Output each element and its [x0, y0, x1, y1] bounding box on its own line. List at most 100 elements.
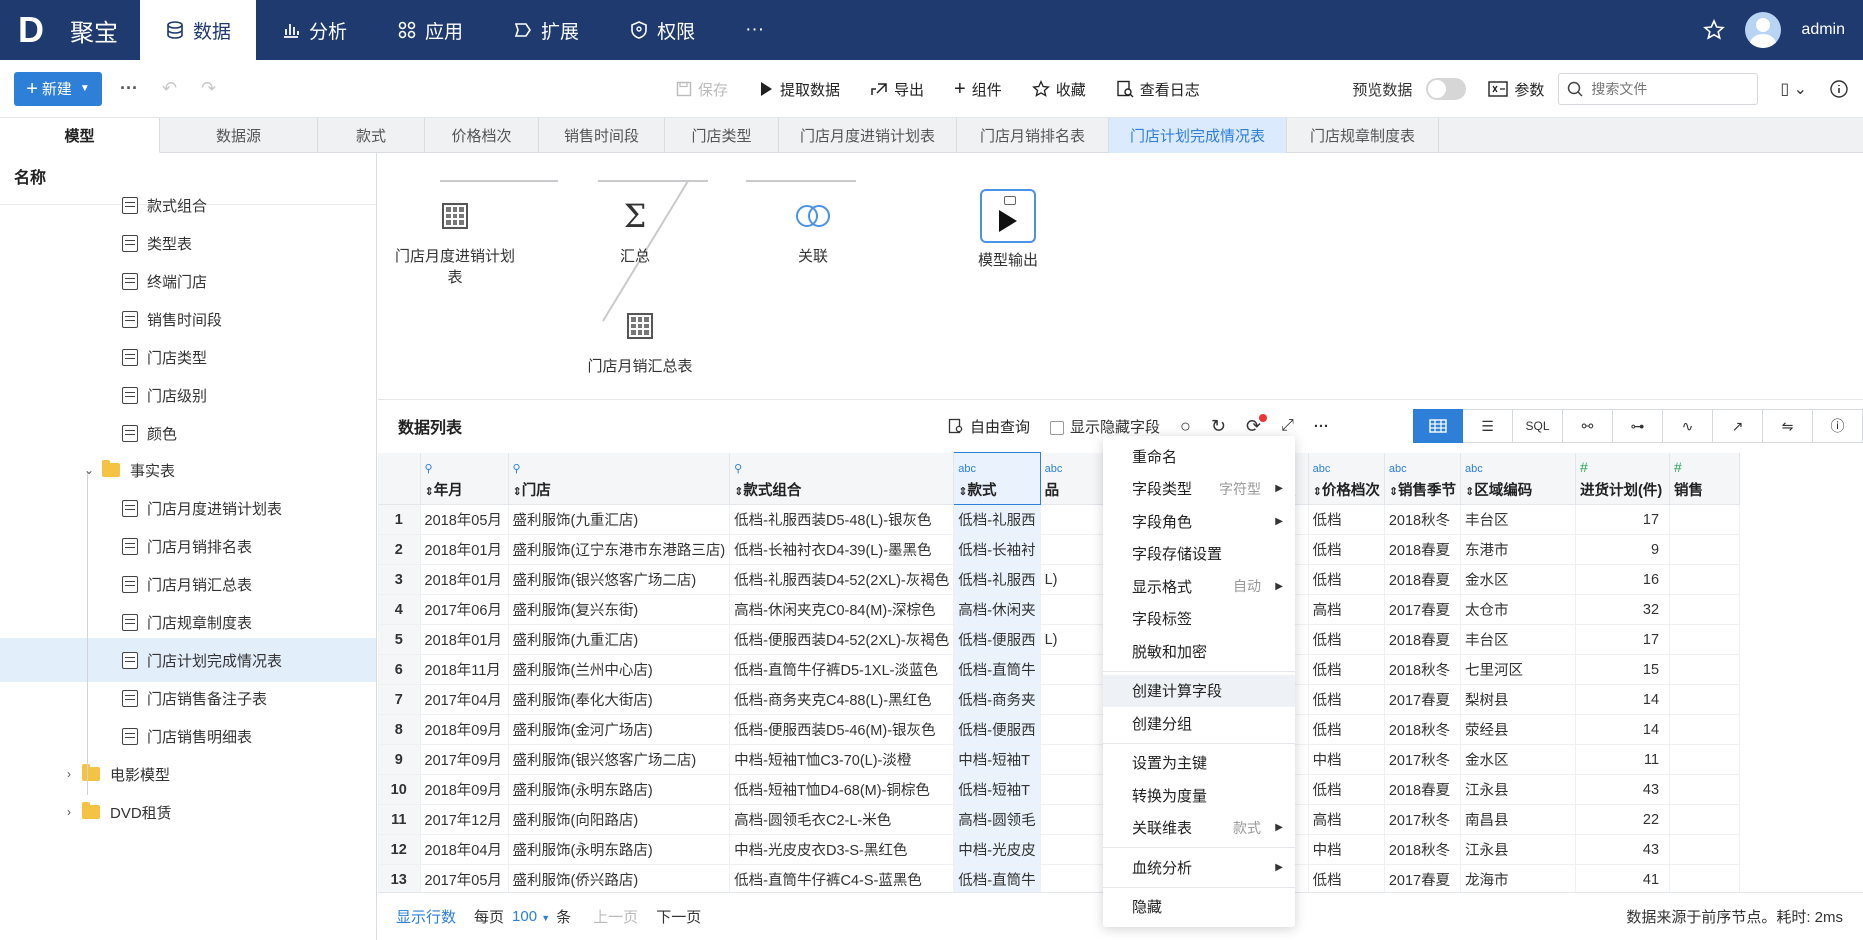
component-button[interactable]: + 组件: [954, 78, 1002, 101]
table-cell[interactable]: 低档-礼服西: [953, 504, 1041, 535]
table-cell[interactable]: 14: [1575, 714, 1671, 745]
table-cell[interactable]: 2018秋冬: [1384, 504, 1462, 535]
table-cell[interactable]: 丰台区: [1460, 504, 1577, 535]
table-cell[interactable]: 中档-光皮皮: [953, 834, 1041, 865]
tab-5[interactable]: 门店类型: [665, 118, 779, 153]
search-icon[interactable]: ○: [1180, 416, 1191, 437]
table-row[interactable]: 6 2018年11月 盛利服饰(兰州中心店) 低档-直筒牛仔裤D5-1XL-淡蓝色 低档…: [378, 654, 1741, 685]
table-cell[interactable]: 14: [1575, 684, 1671, 715]
table-cell[interactable]: 七里河区: [1460, 654, 1577, 685]
table-cell[interactable]: 15: [1575, 654, 1671, 685]
table-cell[interactable]: 2018年09月: [420, 774, 509, 805]
table-cell[interactable]: 43: [1575, 774, 1671, 805]
lineage-button[interactable]: ⚯: [1563, 409, 1613, 443]
table-cell[interactable]: 2017春夏: [1384, 684, 1462, 715]
tab-1[interactable]: 数据源: [160, 118, 318, 153]
table-cell[interactable]: 2018年04月: [420, 834, 509, 865]
nav-analysis[interactable]: 分析: [256, 0, 372, 60]
tab-8[interactable]: 门店计划完成情况表: [1109, 118, 1287, 153]
list-view-button[interactable]: ☰: [1463, 409, 1513, 443]
table-cell[interactable]: 17: [1575, 504, 1671, 535]
table-cell[interactable]: 低档-长袖衬: [953, 534, 1041, 565]
table-cell[interactable]: 17: [1575, 624, 1671, 655]
nav-more[interactable]: ···: [720, 0, 789, 60]
context-menu-item[interactable]: 血统分析 ▶: [1103, 851, 1295, 884]
table-cell[interactable]: 2018春夏: [1384, 774, 1462, 805]
table-cell[interactable]: 低档-商务夹: [953, 684, 1041, 715]
table-row[interactable]: 8 2018年09月 盛利服饰(金河广场店) 低档-便服西装D5-46(M)-银灰色低…: [378, 714, 1741, 745]
table-cell[interactable]: 盛利服饰(奉化大街店): [508, 684, 731, 715]
context-menu-item[interactable]: 设置为主键: [1103, 747, 1295, 780]
pulse-button[interactable]: ∿: [1663, 409, 1713, 443]
table-row[interactable]: 9 2017年09月 盛利服饰(银兴悠客广场二店) 中档-短袖T恤C3-70(L)-淡…: [378, 744, 1741, 775]
row-index[interactable]: 10: [378, 774, 421, 805]
context-menu-item[interactable]: 关联维表 款式 ▶: [1103, 812, 1295, 845]
table-cell[interactable]: 东港市: [1460, 534, 1577, 565]
table-cell[interactable]: 43: [1575, 834, 1671, 865]
trend-button[interactable]: ↗: [1713, 409, 1763, 443]
row-index[interactable]: 5: [378, 624, 421, 655]
table-cell[interactable]: 低档-直筒牛仔裤D5-1XL-淡蓝色: [729, 654, 955, 685]
table-cell[interactable]: 低档: [1308, 534, 1385, 565]
more-icon[interactable]: ···: [1314, 418, 1329, 435]
context-menu-item[interactable]: 创建计算字段: [1103, 674, 1295, 707]
table-cell[interactable]: 2017年04月: [420, 684, 509, 715]
nav-permission[interactable]: 权限: [604, 0, 720, 60]
table-cell[interactable]: 低档-短袖T: [953, 774, 1041, 805]
table-cell[interactable]: [1669, 864, 1741, 892]
table-cell[interactable]: 2018秋冬: [1384, 654, 1462, 685]
table-row[interactable]: 5 2018年01月 盛利服饰(九重汇店) 低档-便服西装D4-52(2XL)-灰褐色…: [378, 624, 1741, 655]
table-cell[interactable]: 盛利服饰(永明东路店): [508, 834, 731, 865]
view-log-button[interactable]: 查看日志: [1116, 79, 1200, 100]
context-menu-item[interactable]: 转换为度量: [1103, 779, 1295, 812]
table-cell[interactable]: 盛利服饰(辽宁东港市东港路三店): [508, 534, 731, 565]
table-cell[interactable]: 中档: [1308, 744, 1385, 775]
table-cell[interactable]: 江永县: [1460, 774, 1577, 805]
save-button[interactable]: 保存: [676, 79, 728, 100]
table-cell[interactable]: [1669, 714, 1741, 745]
preview-toggle[interactable]: [1426, 78, 1467, 100]
table-cell[interactable]: 中档-短袖T: [953, 744, 1041, 775]
tree-view-button[interactable]: ⊶: [1613, 409, 1663, 443]
table-cell[interactable]: 2017年06月: [420, 594, 509, 625]
tab-7[interactable]: 门店月销排名表: [957, 118, 1109, 153]
row-index[interactable]: 1: [378, 504, 421, 535]
table-cell[interactable]: 2017年09月: [420, 744, 509, 775]
column-header[interactable]: ⚲ ⇕年月: [420, 452, 509, 505]
table-cell[interactable]: 2017年12月: [420, 804, 509, 835]
fetch-data-button[interactable]: 提取数据: [758, 79, 840, 100]
row-index[interactable]: 9: [378, 744, 421, 775]
table-cell[interactable]: 低档-礼服西装D4-52(2XL)-灰褐色: [729, 564, 955, 595]
tab-6[interactable]: 门店月度进销计划表: [779, 118, 957, 153]
table-cell[interactable]: 2018年11月: [420, 654, 509, 685]
table-row[interactable]: 13 2017年05月 盛利服饰(侨兴路店) 低档-直筒牛仔裤C4-S-蓝黑色 低档-直…: [378, 864, 1741, 892]
table-cell[interactable]: 盛利服饰(银兴悠客广场二店): [508, 744, 731, 775]
table-cell[interactable]: 2018年01月: [420, 624, 509, 655]
context-menu-item[interactable]: 重命名: [1103, 440, 1295, 473]
table-cell[interactable]: 2018年01月: [420, 564, 509, 595]
row-index[interactable]: 2: [378, 534, 421, 565]
chevron-down-icon[interactable]: ⌄: [82, 463, 96, 477]
row-index[interactable]: 3: [378, 564, 421, 595]
table-cell[interactable]: 荥经县: [1460, 714, 1577, 745]
table-cell[interactable]: [1669, 564, 1741, 595]
flow-node-source-2[interactable]: 门店月销汇总表: [570, 303, 710, 376]
table-cell[interactable]: 2018春夏: [1384, 624, 1462, 655]
table-cell[interactable]: 中档-短袖T恤C3-70(L)-淡橙: [729, 744, 955, 775]
table-cell[interactable]: 2017春夏: [1384, 594, 1462, 625]
table-cell[interactable]: 22: [1575, 804, 1671, 835]
sort-icon[interactable]: ⇕: [734, 486, 743, 498]
nav-extension[interactable]: 扩展: [488, 0, 604, 60]
table-cell[interactable]: [1669, 624, 1741, 655]
compare-button[interactable]: ⇋: [1763, 409, 1813, 443]
more-icon[interactable]: ···: [120, 78, 138, 99]
table-cell[interactable]: 低档-便服西: [953, 624, 1041, 655]
table-cell[interactable]: 太仓市: [1460, 594, 1577, 625]
table-cell[interactable]: 高档-圆领毛: [953, 804, 1041, 835]
table-cell[interactable]: 高档: [1308, 594, 1385, 625]
sort-icon[interactable]: ⇕: [1389, 486, 1398, 498]
free-query-button[interactable]: 自由查询: [948, 416, 1030, 437]
table-cell[interactable]: 低档-直筒牛仔裤C4-S-蓝黑色: [729, 864, 955, 892]
info-icon[interactable]: [1829, 79, 1849, 99]
show-hidden-checkbox[interactable]: 显示隐藏字段: [1050, 416, 1160, 437]
